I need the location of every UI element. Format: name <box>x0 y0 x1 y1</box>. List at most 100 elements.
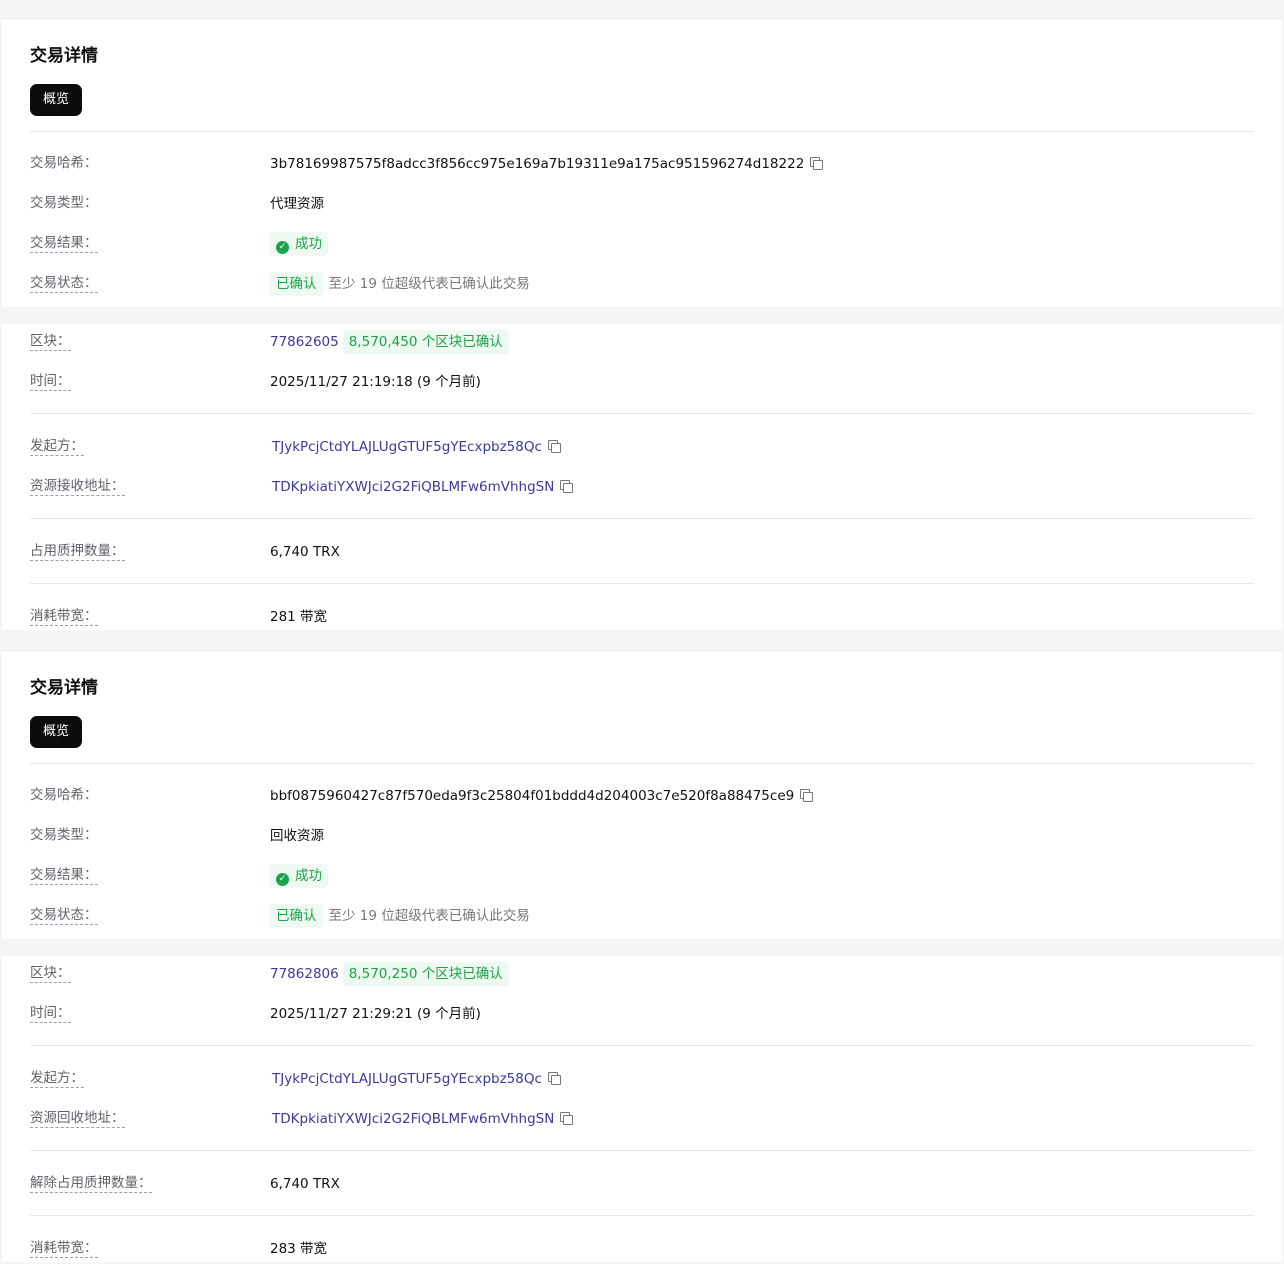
block-link[interactable]: 77862605 <box>270 334 339 350</box>
hash-value-wrap: 3b78169987575f8adcc3f856cc975e169a7b1931… <box>270 152 824 176</box>
copy-icon[interactable] <box>547 440 561 453</box>
receiver-value-wrap: TDKpkiatiYXWJci2G2FiQBLMFw6mVhhgSN <box>272 1107 574 1131</box>
result-label: 交易结果： <box>30 867 98 885</box>
stake-amount: 6,740 TRX <box>270 1176 340 1192</box>
tx-hash[interactable]: 3b78169987575f8adcc3f856cc975e169a7b1931… <box>270 156 804 172</box>
receiver-value-wrap: TDKpkiatiYXWJci2G2FiQBLMFw6mVhhgSN <box>272 475 574 499</box>
timestamp: 2025/11/27 21:29:21 (9 个月前) <box>270 1006 481 1022</box>
time-row: 时间： 2025/11/27 21:19:18 (9 个月前) <box>30 370 1254 394</box>
status-value-wrap: 已确认 至少 19 位超级代表已确认此交易 <box>270 272 530 296</box>
from-address-link[interactable]: TJykPcjCtdYLAJLUgGTUF5gYEcxpbz58Qc <box>272 439 542 455</box>
copy-icon[interactable] <box>560 1112 574 1125</box>
block-value-wrap: 77862806 8,570,250 个区块已确认 <box>270 962 509 986</box>
block-confirm-badge: 8,570,250 个区块已确认 <box>342 962 509 986</box>
page-title: 交易详情 <box>30 46 98 66</box>
tx-detail-panel-top: 交易详情 概览 交易哈希： 3b78169987575f8adcc3f856cc… <box>2 18 1282 307</box>
stake-row: 占用质押数量： 6,740 TRX <box>30 540 1254 564</box>
block-row: 区块： 77862605 8,570,450 个区块已确认 <box>30 330 1254 354</box>
status-row: 交易状态： 已确认 至少 19 位超级代表已确认此交易 <box>30 904 1254 928</box>
block-confirm-badge: 8,570,450 个区块已确认 <box>342 330 509 354</box>
timestamp: 2025/11/27 21:19:18 (9 个月前) <box>270 374 481 390</box>
from-row: 发起方： TJykPcjCtdYLAJLUgGTUF5gYEcxpbz58Qc <box>30 435 1254 459</box>
bandwidth-label: 消耗带宽： <box>30 608 98 626</box>
confirmed-badge: 已确认 <box>270 904 323 928</box>
confirmed-badge: 已确认 <box>270 272 323 296</box>
receiver-row: 资源接收地址： TDKpkiatiYXWJci2G2FiQBLMFw6mVhhg… <box>30 475 1254 499</box>
page-title: 交易详情 <box>30 678 98 698</box>
confirm-note: 至少 19 位超级代表已确认此交易 <box>328 276 530 292</box>
divider <box>30 413 1254 414</box>
status-value-wrap: 已确认 至少 19 位超级代表已确认此交易 <box>270 904 530 928</box>
tx-type: 代理资源 <box>270 196 324 212</box>
tx-detail-panel-bottom: 区块： 77862605 8,570,450 个区块已确认 时间： 2025/11… <box>2 324 1282 630</box>
copy-icon[interactable] <box>810 157 824 170</box>
hash-row: 交易哈希： bbf0875960427c87f570eda9f3c25804f0… <box>30 784 1254 808</box>
stake-row: 解除占用质押数量： 6,740 TRX <box>30 1172 1254 1196</box>
copy-icon[interactable] <box>560 480 574 493</box>
stake-amount: 6,740 TRX <box>270 544 340 560</box>
time-label: 时间： <box>30 1005 71 1023</box>
stake-label: 解除占用质押数量： <box>30 1175 152 1193</box>
divider <box>30 1045 1254 1046</box>
hash-row: 交易哈希： 3b78169987575f8adcc3f856cc975e169a… <box>30 152 1254 176</box>
divider <box>30 1150 1254 1151</box>
time-row: 时间： 2025/11/27 21:29:21 (9 个月前) <box>30 1002 1254 1026</box>
tx-hash[interactable]: bbf0875960427c87f570eda9f3c25804f01bddd4… <box>270 788 794 804</box>
result-value-wrap: ✓ 成功 <box>270 864 328 888</box>
from-label: 发起方： <box>30 438 84 456</box>
from-address-link[interactable]: TJykPcjCtdYLAJLUgGTUF5gYEcxpbz58Qc <box>272 1071 542 1087</box>
result-row: 交易结果： ✓ 成功 <box>30 232 1254 256</box>
from-label: 发起方： <box>30 1070 84 1088</box>
from-value-wrap: TJykPcjCtdYLAJLUgGTUF5gYEcxpbz58Qc <box>272 1067 561 1091</box>
status-row: 交易状态： 已确认 至少 19 位超级代表已确认此交易 <box>30 272 1254 296</box>
result-label: 交易结果： <box>30 235 98 253</box>
divider <box>30 131 1254 132</box>
time-label: 时间： <box>30 373 71 391</box>
status-label: 交易状态： <box>30 275 98 293</box>
receiver-label: 资源接收地址： <box>30 478 125 496</box>
divider <box>30 583 1254 584</box>
receiver-row: 资源回收地址： TDKpkiatiYXWJci2G2FiQBLMFw6mVhhg… <box>30 1107 1254 1131</box>
type-label: 交易类型： <box>30 827 98 843</box>
type-label: 交易类型： <box>30 195 98 211</box>
type-row: 交易类型： 回收资源 <box>30 824 1254 848</box>
type-row: 交易类型： 代理资源 <box>30 192 1254 216</box>
receiver-label: 资源回收地址： <box>30 1110 125 1128</box>
tx-detail-panel-bottom: 区块： 77862806 8,570,250 个区块已确认 时间： 2025/11… <box>2 956 1282 1262</box>
tab-overview[interactable]: 概览 <box>30 716 83 748</box>
status-label: 交易状态： <box>30 907 98 925</box>
receiver-address-link[interactable]: TDKpkiatiYXWJci2G2FiQBLMFw6mVhhgSN <box>272 479 554 495</box>
check-circle-icon: ✓ <box>276 241 289 254</box>
block-label: 区块： <box>30 333 71 351</box>
stake-label: 占用质押数量： <box>30 543 125 561</box>
status-badge: ✓ 成功 <box>270 232 328 256</box>
bandwidth-value: 283 带宽 <box>270 1241 328 1257</box>
from-value-wrap: TJykPcjCtdYLAJLUgGTUF5gYEcxpbz58Qc <box>272 435 561 459</box>
result-text: 成功 <box>295 868 322 884</box>
result-text: 成功 <box>295 236 322 252</box>
bandwidth-row: 消耗带宽： 281 带宽 <box>30 605 1254 629</box>
hash-value-wrap: bbf0875960427c87f570eda9f3c25804f01bddd4… <box>270 784 814 808</box>
bandwidth-label: 消耗带宽： <box>30 1240 98 1258</box>
tx-type: 回收资源 <box>270 828 324 844</box>
block-link[interactable]: 77862806 <box>270 966 339 982</box>
block-row: 区块： 77862806 8,570,250 个区块已确认 <box>30 962 1254 986</box>
from-row: 发起方： TJykPcjCtdYLAJLUgGTUF5gYEcxpbz58Qc <box>30 1067 1254 1091</box>
result-row: 交易结果： ✓ 成功 <box>30 864 1254 888</box>
hash-label: 交易哈希： <box>30 787 98 803</box>
divider <box>30 518 1254 519</box>
confirm-note: 至少 19 位超级代表已确认此交易 <box>328 908 530 924</box>
bandwidth-value: 281 带宽 <box>270 609 328 625</box>
hash-label: 交易哈希： <box>30 155 98 171</box>
block-label: 区块： <box>30 965 71 983</box>
tab-overview[interactable]: 概览 <box>30 84 83 116</box>
status-badge: ✓ 成功 <box>270 864 328 888</box>
check-circle-icon: ✓ <box>276 873 289 886</box>
divider <box>30 1215 1254 1216</box>
receiver-address-link[interactable]: TDKpkiatiYXWJci2G2FiQBLMFw6mVhhgSN <box>272 1111 554 1127</box>
block-value-wrap: 77862605 8,570,450 个区块已确认 <box>270 330 509 354</box>
divider <box>30 763 1254 764</box>
copy-icon[interactable] <box>547 1072 561 1085</box>
copy-icon[interactable] <box>800 789 814 802</box>
bandwidth-row: 消耗带宽： 283 带宽 <box>30 1237 1254 1261</box>
